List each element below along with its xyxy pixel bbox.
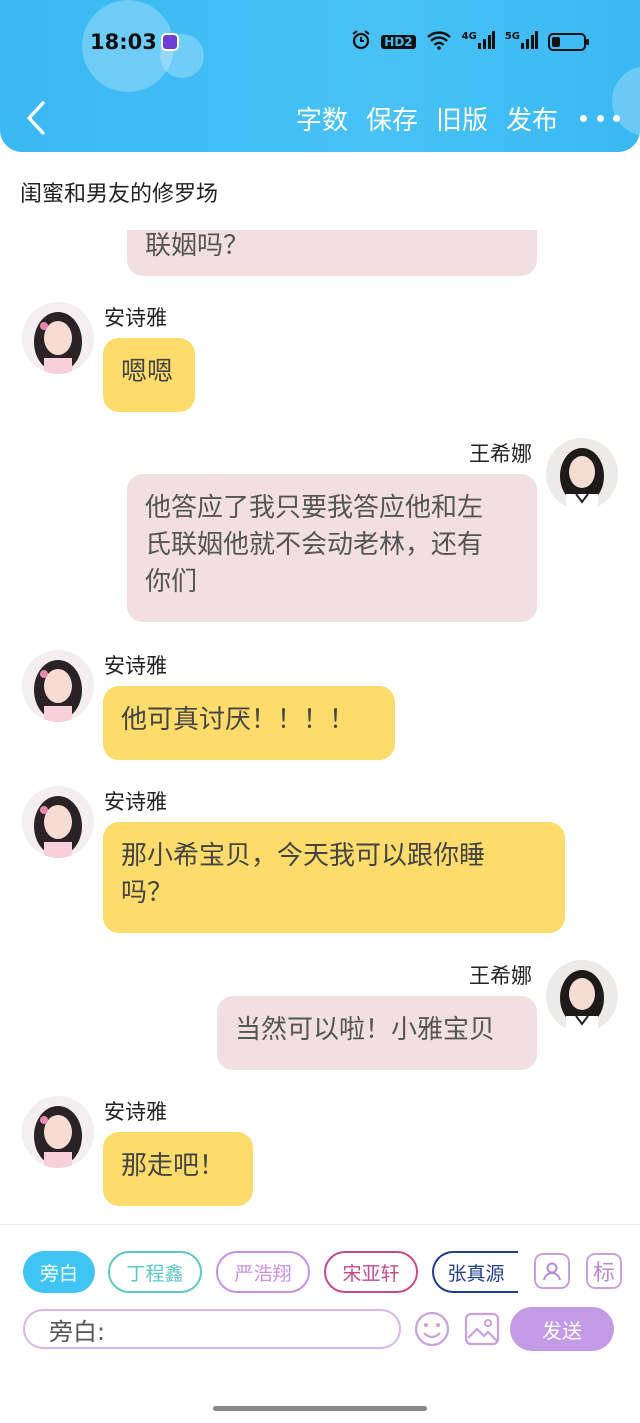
message-text: 嗯嗯 [121,357,174,387]
app-notification-icon [161,33,179,51]
message-bubble[interactable]: 那走吧！ [103,1132,253,1206]
message-bubble[interactable]: 他答应了我只要我答应他和左 氏联姻他就不会动老林，还有 你们 [127,474,537,622]
input-value: 旁白: [49,1317,106,1346]
girl-avatar-icon [546,960,618,1032]
speaker-name: 王希娜 [469,964,532,988]
avatar-anshiya[interactable] [22,1096,94,1168]
more-dot-icon [613,115,620,122]
avatar-wangxina[interactable] [546,960,618,1032]
message-line: 那小希宝贝，今天我可以跟你睡 [121,841,486,871]
emoji-button[interactable] [412,1309,452,1349]
more-dot-icon [580,115,587,122]
avatar-anshiya[interactable] [22,786,94,858]
more-dot-icon [596,115,604,122]
message-text: 他可真讨厌！！！！ [121,705,356,735]
avatar-anshiya[interactable] [22,650,94,722]
message-input[interactable]: 旁白: [23,1309,401,1349]
hd-badge: HD2 [381,35,416,49]
save-button[interactable]: 保存 [366,100,418,137]
avatar-wangxina[interactable] [546,438,618,510]
publish-button[interactable]: 发布 [506,100,558,137]
signal-4g-label: 4G [461,31,477,42]
role-chip-yanhaoxiang[interactable]: 严浩翔 [216,1251,310,1293]
speaker-name: 安诗雅 [104,306,167,330]
signal-5g-label: 5G [504,31,520,42]
more-button[interactable] [580,104,620,134]
message-bubble[interactable]: 嗯嗯 [103,338,195,412]
message-line: 氏联姻他就不会动老林，还有 [145,530,484,560]
wifi-icon [426,30,452,54]
message-line: 吗？ [121,878,174,908]
girl-avatar-icon [22,1096,94,1168]
message-text: 联姻吗？ [145,231,250,261]
chat-area[interactable]: 联姻吗？ 安诗雅 嗯嗯 王希娜 他答应了我只要我答应他和左 氏联姻他就不会动老林… [0,230,640,1225]
signal-5g-icon: 5G [505,31,538,53]
chevron-left-icon [27,101,45,135]
chip-label: 张真源 [447,1262,505,1285]
message-bubble[interactable]: 当然可以啦！小雅宝贝 [217,996,537,1070]
speaker-name: 安诗雅 [104,790,167,814]
image-button[interactable] [462,1309,502,1349]
message-bubble[interactable]: 那小希宝贝，今天我可以跟你睡 吗？ [103,822,565,933]
smiley-icon [414,1311,450,1347]
role-chip-narration[interactable]: 旁白 [23,1251,95,1293]
girl-avatar-icon [22,786,94,858]
role-chip-songyaxuan[interactable]: 宋亚轩 [324,1251,418,1293]
composer: 旁白 丁程鑫 严浩翔 宋亚轩 张真源 标 旁白: 发送 [0,1224,640,1394]
girl-avatar-icon [22,650,94,722]
chip-label: 严浩翔 [234,1262,292,1285]
battery-icon [548,33,589,51]
person-icon [543,1262,561,1281]
speaker-name: 安诗雅 [104,654,167,678]
old-version-button[interactable]: 旧版 [436,100,488,137]
role-chip-dingchengxin[interactable]: 丁程鑫 [108,1251,202,1293]
girl-avatar-icon [546,438,618,510]
mark-button[interactable]: 标 [586,1253,622,1289]
chip-label: 丁程鑫 [126,1262,184,1285]
message-text: 当然可以啦！小雅宝贝 [235,1015,496,1045]
top-bar: 18:03 HD2 4G 5G 字数 保存 旧版 发布 [0,0,640,152]
avatar-anshiya[interactable] [22,302,94,374]
send-button[interactable]: 发送 [510,1307,614,1351]
send-label: 发送 [542,1318,582,1343]
back-button[interactable] [18,98,54,138]
status-icons: HD2 4G 5G [351,30,589,54]
add-role-button[interactable] [534,1253,570,1289]
story-title: 闺蜜和男友的修罗场 [20,182,219,207]
speaker-name: 安诗雅 [104,1100,167,1124]
chip-label: 宋亚轩 [342,1262,400,1285]
message-line: 他答应了我只要我答应他和左 [145,493,484,523]
message-bubble[interactable]: 他可真讨厌！！！！ [103,686,395,760]
speaker-name: 王希娜 [469,442,532,466]
image-icon [464,1312,500,1346]
role-chip-zhangzhenyuan[interactable]: 张真源 [432,1251,518,1293]
home-indicator[interactable] [213,1406,427,1411]
header-actions: 字数 保存 旧版 发布 [296,100,620,137]
chip-label: 旁白 [39,1262,78,1285]
girl-avatar-icon [22,302,94,374]
message-bubble[interactable]: 联姻吗？ [127,230,537,276]
word-count-button[interactable]: 字数 [296,100,348,137]
message-line: 你们 [145,567,198,597]
status-time: 18:03 [90,30,157,54]
message-text: 那走吧！ [121,1151,226,1181]
signal-4g-icon: 4G [462,31,495,53]
alarm-icon [351,30,371,54]
mark-label: 标 [592,1261,615,1286]
